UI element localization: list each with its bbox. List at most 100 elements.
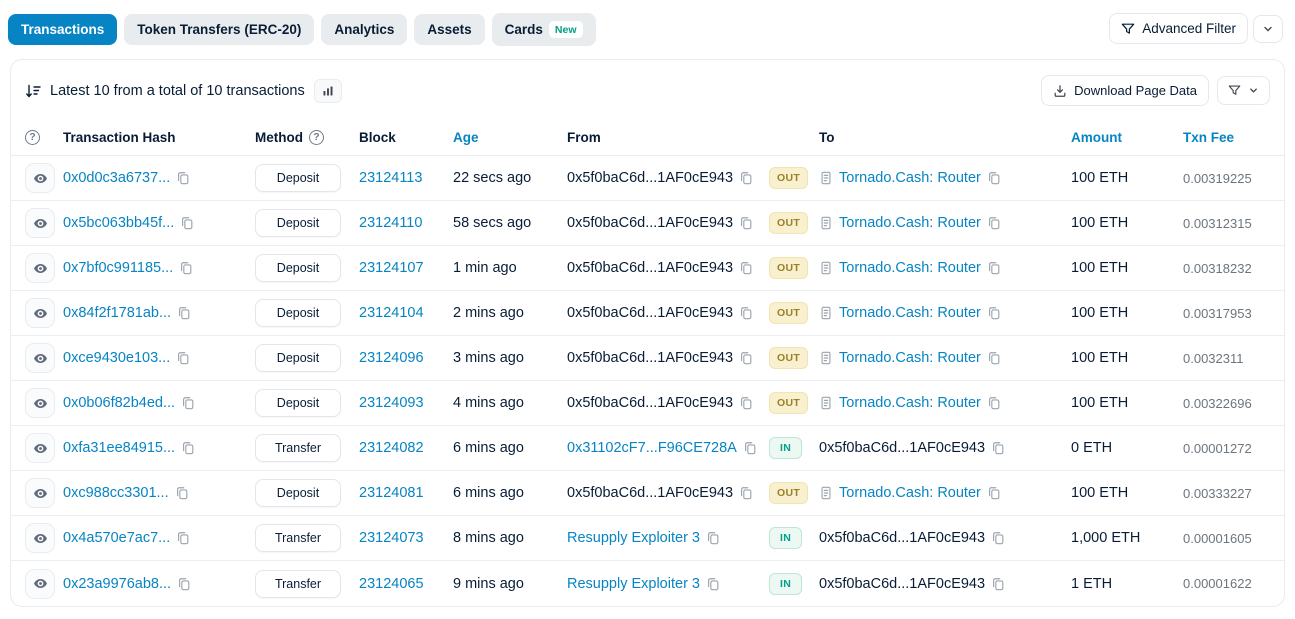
method-badge: Deposit xyxy=(255,164,341,192)
transactions-card: Latest 10 from a total of 10 transaction… xyxy=(10,59,1285,607)
copy-icon[interactable] xyxy=(706,531,720,545)
tab-analytics[interactable]: Analytics xyxy=(321,14,407,45)
from-address[interactable]: 0x31102cF7...F96CE728A xyxy=(567,440,737,456)
age-text: 22 secs ago xyxy=(453,170,567,186)
copy-icon[interactable] xyxy=(177,577,191,591)
to-address[interactable]: Tornado.Cash: Router xyxy=(839,305,981,321)
table-header-row: ? Transaction Hash Method ? Block Age Fr… xyxy=(11,119,1284,156)
transaction-hash-link[interactable]: 0x0d0c3a6737... xyxy=(63,170,170,186)
preview-eye-button[interactable] xyxy=(25,343,55,373)
block-link[interactable]: 23124110 xyxy=(359,215,422,231)
copy-icon[interactable] xyxy=(991,531,1005,545)
to-address[interactable]: Tornado.Cash: Router xyxy=(839,170,981,186)
copy-icon[interactable] xyxy=(739,351,753,365)
table-filter-button[interactable] xyxy=(1217,76,1270,105)
preview-eye-button[interactable] xyxy=(25,163,55,193)
copy-icon[interactable] xyxy=(179,261,193,275)
block-link[interactable]: 23124113 xyxy=(359,170,422,186)
column-amount[interactable]: Amount xyxy=(1071,130,1183,145)
to-address[interactable]: Tornado.Cash: Router xyxy=(839,215,981,231)
preview-eye-button[interactable] xyxy=(25,478,55,508)
block-link[interactable]: 23124096 xyxy=(359,350,424,366)
transaction-hash-link[interactable]: 0x0b06f82b4ed... xyxy=(63,395,175,411)
download-page-data-button[interactable]: Download Page Data xyxy=(1041,75,1209,106)
block-link[interactable]: 23124107 xyxy=(359,260,424,276)
sort-descending-icon xyxy=(25,83,41,99)
copy-icon[interactable] xyxy=(739,396,753,410)
copy-icon[interactable] xyxy=(987,396,1001,410)
copy-icon[interactable] xyxy=(739,171,753,185)
tab-label: Cards xyxy=(505,22,543,37)
from-address[interactable]: Resupply Exploiter 3 xyxy=(567,530,700,546)
copy-icon[interactable] xyxy=(739,306,753,320)
to-address[interactable]: Tornado.Cash: Router xyxy=(839,260,981,276)
transaction-hash-link[interactable]: 0x23a9976ab8... xyxy=(63,576,171,592)
preview-eye-button[interactable] xyxy=(25,253,55,283)
from-address: 0x5f0baC6d...1AF0cE943 xyxy=(567,395,733,411)
copy-icon[interactable] xyxy=(987,351,1001,365)
column-age[interactable]: Age xyxy=(453,130,567,145)
copy-icon[interactable] xyxy=(175,486,189,500)
preview-eye-button[interactable] xyxy=(25,298,55,328)
preview-eye-button[interactable] xyxy=(25,569,55,599)
column-txn-fee[interactable]: Txn Fee xyxy=(1183,130,1270,145)
block-link[interactable]: 23124081 xyxy=(359,485,424,501)
block-link[interactable]: 23124093 xyxy=(359,395,424,411)
block-link[interactable]: 23124065 xyxy=(359,576,424,592)
block-link[interactable]: 23124104 xyxy=(359,305,424,321)
direction-badge: OUT xyxy=(769,392,808,414)
from-address[interactable]: Resupply Exploiter 3 xyxy=(567,576,700,592)
tab-cards[interactable]: Cards New xyxy=(492,13,596,46)
tab-assets[interactable]: Assets xyxy=(414,14,484,45)
block-link[interactable]: 23124073 xyxy=(359,530,424,546)
copy-icon[interactable] xyxy=(177,306,191,320)
copy-icon[interactable] xyxy=(739,216,753,230)
to-address[interactable]: Tornado.Cash: Router xyxy=(839,350,981,366)
copy-icon[interactable] xyxy=(991,441,1005,455)
copy-icon[interactable] xyxy=(987,486,1001,500)
advanced-filter-dropdown-button[interactable] xyxy=(1253,15,1283,43)
copy-icon[interactable] xyxy=(181,396,195,410)
transaction-hash-link[interactable]: 0x4a570e7ac7... xyxy=(63,530,170,546)
copy-icon[interactable] xyxy=(739,261,753,275)
copy-icon[interactable] xyxy=(180,216,194,230)
advanced-filter-button[interactable]: Advanced Filter xyxy=(1109,13,1248,44)
age-text: 1 min ago xyxy=(453,260,567,276)
copy-icon[interactable] xyxy=(987,261,1001,275)
transaction-hash-link[interactable]: 0x7bf0c991185... xyxy=(63,260,173,276)
table-row: 0x5bc063bb45f... Deposit 23124110 58 sec… xyxy=(11,201,1284,246)
copy-icon[interactable] xyxy=(181,441,195,455)
copy-icon[interactable] xyxy=(987,216,1001,230)
transaction-hash-link[interactable]: 0xc988cc3301... xyxy=(63,485,169,501)
transaction-hash-link[interactable]: 0x84f2f1781ab... xyxy=(63,305,171,321)
preview-eye-button[interactable] xyxy=(25,433,55,463)
copy-icon[interactable] xyxy=(743,441,757,455)
copy-icon[interactable] xyxy=(987,171,1001,185)
from-address: 0x5f0baC6d...1AF0cE943 xyxy=(567,215,733,231)
copy-icon[interactable] xyxy=(991,577,1005,591)
tab-label: Transactions xyxy=(21,22,104,37)
age-text: 9 mins ago xyxy=(453,576,567,592)
method-badge: Transfer xyxy=(255,570,341,598)
transaction-hash-link[interactable]: 0x5bc063bb45f... xyxy=(63,215,174,231)
transaction-hash-link[interactable]: 0xce9430e103... xyxy=(63,350,170,366)
copy-icon[interactable] xyxy=(706,577,720,591)
copy-icon[interactable] xyxy=(739,486,753,500)
copy-icon[interactable] xyxy=(176,531,190,545)
tab-transactions[interactable]: Transactions xyxy=(8,14,117,45)
to-address[interactable]: Tornado.Cash: Router xyxy=(839,485,981,501)
to-address[interactable]: Tornado.Cash: Router xyxy=(839,395,981,411)
tab-token-transfers-erc-20[interactable]: Token Transfers (ERC-20) xyxy=(124,14,314,45)
transaction-hash-link[interactable]: 0xfa31ee84915... xyxy=(63,440,175,456)
copy-icon[interactable] xyxy=(176,351,190,365)
method-help-icon[interactable]: ? xyxy=(309,130,324,145)
copy-icon[interactable] xyxy=(987,306,1001,320)
preview-eye-button[interactable] xyxy=(25,208,55,238)
preview-eye-button[interactable] xyxy=(25,388,55,418)
block-link[interactable]: 23124082 xyxy=(359,440,424,456)
method-badge: Deposit xyxy=(255,389,341,417)
copy-icon[interactable] xyxy=(176,171,190,185)
help-icon[interactable]: ? xyxy=(25,130,40,145)
chart-view-button[interactable] xyxy=(314,79,342,103)
preview-eye-button[interactable] xyxy=(25,523,55,553)
